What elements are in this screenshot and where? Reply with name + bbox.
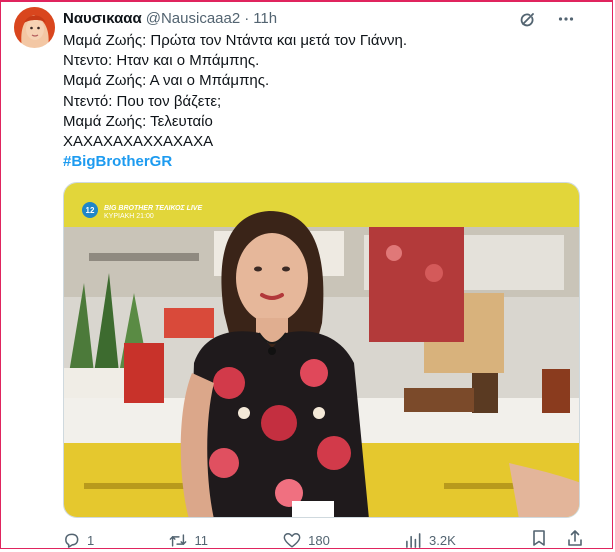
reply-count: 1 [87,532,95,548]
bookmark-icon[interactable] [531,529,547,552]
timestamp[interactable]: 11h [253,10,277,27]
repost-count: 11 [194,532,208,548]
tweet-actions: 1 11 180 3.2K [63,529,583,551]
tweet-media-image[interactable]: BIG BROTHER ΤΕΛΙΚΟΣ LIVE ΚΥΡΙΑΚΗ 21:00 1… [63,182,580,518]
hashtag-link[interactable]: #BigBrotherGR [63,152,593,172]
views-count: 3.2K [429,532,456,548]
display-name[interactable]: Ναυσικααα [63,10,142,27]
tweet-line: Μαμά Ζωής: Α ναι ο Μπάμπης. [63,72,270,90]
tweet-header: Ναυσικααα @Nausicaaa2 · 11h [63,8,277,28]
reply-button[interactable]: 1 [63,532,94,549]
views-icon [405,532,422,549]
tweet-line: Ντεντό: Που τον βάζετε; [63,92,222,110]
repost-button[interactable]: 11 [169,532,208,549]
like-count: 180 [308,532,330,548]
reply-icon [63,532,80,549]
tweet-line: Μαμά Ζωής: Τελευταίο [63,112,213,130]
avatar[interactable] [14,7,55,48]
user-handle[interactable]: @Nausicaaa2 [146,10,240,27]
tweet-text: Μαμά Ζωής: Πρώτα τον Ντάντα και μετά τον… [63,31,593,172]
tv-photo [64,183,579,517]
repost-icon [169,532,187,549]
tv-banner-subtitle: ΚΥΡΙΑΚΗ 21:00 [104,213,154,220]
tweet-secondary-actions [531,529,583,552]
like-button[interactable]: 180 [283,532,330,549]
views-button[interactable]: 3.2K [405,532,456,549]
more-icon[interactable] [555,8,577,30]
like-icon [283,532,301,549]
tweet-top-actions [517,8,577,30]
tweet-line: Ντεντο: Ηταν και ο Μπάμπης. [63,52,260,70]
separator-dot: · [244,9,250,27]
tv-channel-number: 12 [85,205,95,215]
tv-channel-logo: 12 [82,202,98,218]
tweet-line: Μαμά Ζωής: Πρώτα τον Ντάντα και μετά τον… [63,32,408,49]
grok-icon[interactable] [517,8,539,30]
tv-banner-title: BIG BROTHER ΤΕΛΙΚΟΣ LIVE [104,205,203,212]
tweet-line: ΧΑΧΑΧΑΧΑΧΧΑΧΑΧΑ [63,133,214,151]
share-icon[interactable] [567,529,583,552]
tv-banner-text: BIG BROTHER ΤΕΛΙΚΟΣ LIVE ΚΥΡΙΑΚΗ 21:00 [104,205,202,221]
